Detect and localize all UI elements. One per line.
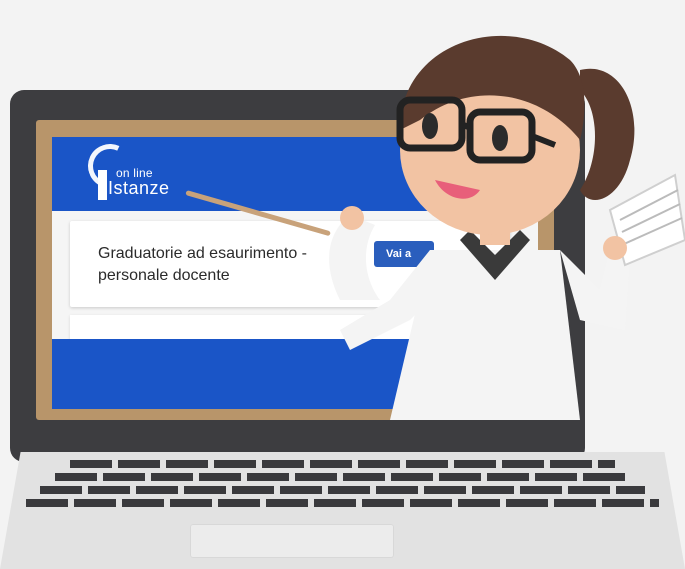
logo-bar-icon — [98, 170, 107, 200]
online-istanze-logo[interactable]: on line Istanze — [81, 137, 178, 204]
trackpad — [190, 524, 394, 558]
key-row — [26, 499, 659, 507]
keyboard — [0, 455, 685, 515]
key-row — [70, 460, 615, 468]
laptop-scene: on line Istanze Graduatorie ad esaurimen… — [0, 0, 685, 569]
key-row — [40, 486, 645, 494]
key-row — [55, 473, 630, 481]
teacher-illustration — [329, 35, 685, 420]
logo-text-istanze: Istanze — [108, 178, 170, 198]
